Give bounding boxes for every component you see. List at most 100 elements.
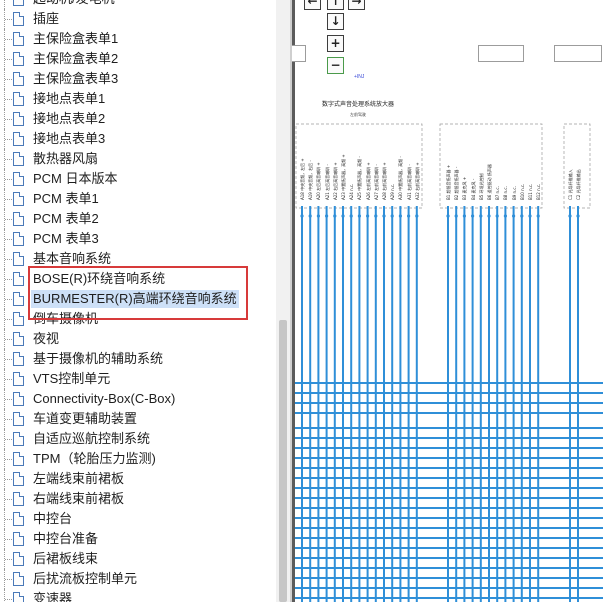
tree-item-label[interactable]: VTS控制单元 xyxy=(31,370,112,388)
tree-item-label[interactable]: 接地点表单3 xyxy=(31,130,107,148)
wire-terminal xyxy=(308,214,312,218)
tree-item[interactable]: PCM 表单2 xyxy=(0,209,276,229)
tree-item[interactable]: PCM 日本版本 xyxy=(0,169,276,189)
tree-item[interactable]: 接地点表单2 xyxy=(0,109,276,129)
connector-box xyxy=(292,45,306,62)
document-icon xyxy=(13,92,24,106)
tree-item[interactable]: 中控台准备 xyxy=(0,529,276,549)
document-icon xyxy=(13,32,24,46)
document-icon xyxy=(13,212,24,226)
tree-connector-line xyxy=(0,189,12,209)
tree-item-label[interactable]: 主保险盒表单2 xyxy=(31,50,120,68)
tree-item-label[interactable]: 散热器风扇 xyxy=(31,150,100,168)
tree-item-label[interactable]: 右端线束前裙板 xyxy=(31,490,126,508)
pan-right-button[interactable]: → xyxy=(348,0,365,10)
tree-connector-line xyxy=(0,329,12,349)
tree-item-label[interactable]: TPM（轮胎压力监测) xyxy=(31,450,158,468)
tree-item-label[interactable]: 中控台准备 xyxy=(31,530,100,548)
wire-terminal xyxy=(366,214,370,218)
tree-item-label[interactable]: 基于摄像机的辅助系统 xyxy=(31,350,165,368)
pin-label: A31 右前高音喇叭 - xyxy=(406,164,412,200)
tree-item[interactable]: 夜视 xyxy=(0,329,276,349)
tree-item-label[interactable]: PCM 日本版本 xyxy=(31,170,120,188)
wire-terminal xyxy=(528,214,532,218)
tree-connector-line xyxy=(0,0,12,9)
tree-item[interactable]: 散热器风扇 xyxy=(0,149,276,169)
tree-connector-line xyxy=(0,29,12,49)
tree-item-label[interactable]: PCM 表单2 xyxy=(31,210,101,228)
tree-item[interactable]: 接地点表单1 xyxy=(0,89,276,109)
tree-connector-line xyxy=(0,449,12,469)
tree-scrollbar[interactable] xyxy=(276,0,290,602)
tree-item[interactable]: 左端线束前裙板 xyxy=(0,469,276,489)
pin-label: A21 左后高音喇叭 - xyxy=(324,164,330,200)
tree-item[interactable]: 基于摄像机的辅助系统 xyxy=(0,349,276,369)
wire-terminal xyxy=(300,214,304,218)
pin-label: C1 光导纤维输入 xyxy=(568,169,573,200)
tree-item[interactable]: 主保险盒表单1 xyxy=(0,29,276,49)
tree-item-label[interactable]: 后裙板线束 xyxy=(31,550,100,568)
tree-scroll-thumb[interactable] xyxy=(279,320,287,602)
tree-item[interactable]: 中控台 xyxy=(0,509,276,529)
document-icon xyxy=(13,192,24,206)
tree-item[interactable]: 起动机/发电机 xyxy=(0,0,276,9)
tree-connector-line xyxy=(0,309,12,329)
pin-label: A27 左前高音喇叭 - xyxy=(373,164,379,200)
document-icon xyxy=(13,72,24,86)
tree-item-label[interactable]: 左端线束前裙板 xyxy=(31,470,126,488)
wire-terminal xyxy=(512,214,516,218)
tree-item[interactable]: 变速器 xyxy=(0,589,276,602)
annotation-highlight-box xyxy=(28,266,248,320)
tree-connector-line xyxy=(0,269,12,289)
pin-label: A23 中置扬声器，高频 + xyxy=(341,154,346,200)
tree-item-label[interactable]: Connectivity-Box(C-Box) xyxy=(31,390,177,408)
pin-label: B3 麦克风 + xyxy=(462,176,468,200)
tree-connector-line xyxy=(0,389,12,409)
tree-item-label[interactable]: 中控台 xyxy=(31,510,74,528)
document-icon xyxy=(13,472,24,486)
tree-item[interactable]: 自适应巡航控制系统 xyxy=(0,429,276,449)
tree-item[interactable]: 接地点表单3 xyxy=(0,129,276,149)
tree-item[interactable]: Connectivity-Box(C-Box) xyxy=(0,389,276,409)
pan-down-button[interactable]: ↓ xyxy=(327,13,344,30)
tree-item[interactable]: 主保险盒表单3 xyxy=(0,69,276,89)
tree-connector-line xyxy=(0,149,12,169)
connector-box xyxy=(478,45,524,62)
pin-label: A28 右前高音喇叭 + xyxy=(382,162,387,200)
tree-item[interactable]: 后裙板线束 xyxy=(0,549,276,569)
tree-item-label[interactable]: PCM 表单1 xyxy=(31,190,101,208)
tree-item-label[interactable]: 变速器 xyxy=(31,590,74,602)
tree-item[interactable]: PCM 表单3 xyxy=(0,229,276,249)
tree-item-label[interactable]: 自适应巡航控制系统 xyxy=(31,430,152,448)
tree-item[interactable]: TPM（轮胎压力监测) xyxy=(0,449,276,469)
tree-connector-line xyxy=(0,69,12,89)
tree-item-label[interactable]: 夜视 xyxy=(31,330,61,348)
tree-item-label[interactable]: 车道变更辅助装置 xyxy=(31,410,139,428)
tree-item[interactable]: 主保险盒表单2 xyxy=(0,49,276,69)
wiring-diagram-pane: ← ↑ → ↓ + − +INJ 数字式声音处理系统放大器 左前驾驶 A18 中… xyxy=(292,0,603,602)
tree-connector-line xyxy=(0,569,12,589)
tree-item-label[interactable]: 起动机/发电机 xyxy=(31,0,117,8)
tree-item-label[interactable]: 接地点表单1 xyxy=(31,90,107,108)
pan-up-button[interactable]: ↑ xyxy=(327,0,344,10)
tree-item-label[interactable]: 后扰流板控制单元 xyxy=(31,570,139,588)
tree-item-label[interactable]: 主保险盒表单3 xyxy=(31,70,120,88)
tree-connector-line xyxy=(0,109,12,129)
pin-label: A24 n.c. xyxy=(349,183,355,200)
tree-item[interactable]: 插座 xyxy=(0,9,276,29)
tree-item[interactable]: 后扰流板控制单元 xyxy=(0,569,276,589)
tree-connector-line xyxy=(0,129,12,149)
tree-item-label[interactable]: 插座 xyxy=(31,10,61,28)
document-icon xyxy=(13,312,24,326)
tree-item[interactable]: 车道变更辅助装置 xyxy=(0,409,276,429)
document-icon xyxy=(13,412,24,426)
tree-item[interactable]: PCM 表单1 xyxy=(0,189,276,209)
pan-left-button[interactable]: ← xyxy=(304,0,321,10)
zoom-in-button[interactable]: + xyxy=(327,35,344,52)
tree-item-label[interactable]: 接地点表单2 xyxy=(31,110,107,128)
tree-item[interactable]: 右端线束前裙板 xyxy=(0,489,276,509)
tree-item[interactable]: VTS控制单元 xyxy=(0,369,276,389)
tree-item-label[interactable]: PCM 表单3 xyxy=(31,230,101,248)
tree-item-label[interactable]: 主保险盒表单1 xyxy=(31,30,120,48)
zoom-out-button[interactable]: − xyxy=(327,57,344,74)
